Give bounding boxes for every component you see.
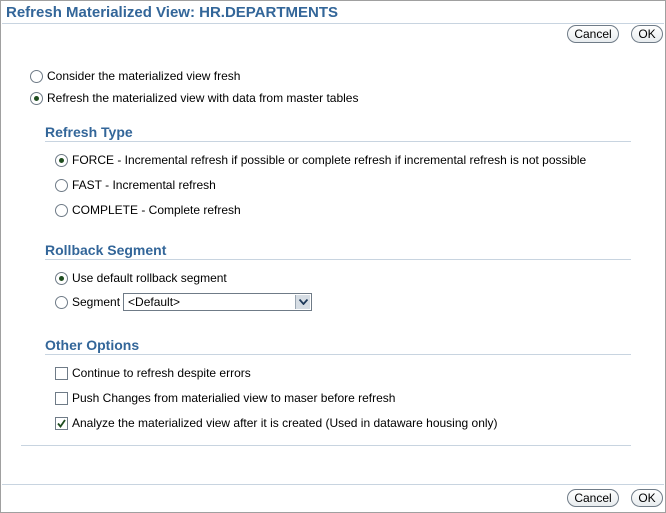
radio-refresh-from-master[interactable] <box>30 91 43 105</box>
refresh-type-label: FAST - Incremental refresh <box>72 178 216 192</box>
radio-force[interactable] <box>55 153 68 167</box>
cancel-button-top[interactable]: Cancel <box>567 25 619 43</box>
segment-select[interactable]: <Default> <box>123 293 313 311</box>
mode-option-fresh[interactable]: Consider the materialized view fresh <box>30 69 240 83</box>
segment-select-value: <Default> <box>128 295 181 309</box>
rollback-default-label: Use default rollback segment <box>72 271 227 285</box>
mode-option-label: Refresh the materialized view with data … <box>47 91 359 105</box>
refresh-type-force[interactable]: FORCE - Incremental refresh if possible … <box>55 153 586 167</box>
title-divider <box>2 23 664 24</box>
checkbox-analyze[interactable] <box>55 416 68 430</box>
checkbox-push-changes[interactable] <box>55 391 68 405</box>
content-divider <box>21 445 631 446</box>
option-push-changes[interactable]: Push Changes from materialied view to ma… <box>55 391 395 405</box>
rollback-default-option[interactable]: Use default rollback segment <box>55 271 227 285</box>
refresh-type-divider <box>45 141 631 142</box>
mode-option-label: Consider the materialized view fresh <box>47 69 241 83</box>
segment-label: Segment <box>72 295 121 309</box>
footer-divider <box>2 484 664 485</box>
other-options-divider <box>45 354 631 355</box>
radio-fast[interactable] <box>55 178 68 192</box>
refresh-type-label: FORCE - Incremental refresh if possible … <box>72 153 587 167</box>
checkbox-continue-errors[interactable] <box>55 366 68 380</box>
chevron-down-icon[interactable] <box>295 295 311 309</box>
page-title: Refresh Materialized View: HR.DEPARTMENT… <box>6 4 339 21</box>
radio-segment[interactable] <box>55 295 68 309</box>
dialog-window: Refresh Materialized View: HR.DEPARTMENT… <box>0 0 666 513</box>
refresh-type-fast[interactable]: FAST - Incremental refresh <box>55 178 216 192</box>
option-label: Push Changes from materialied view to ma… <box>72 391 396 405</box>
cancel-button-bottom[interactable]: Cancel <box>567 489 619 507</box>
refresh-type-complete[interactable]: COMPLETE - Complete refresh <box>55 203 241 217</box>
option-continue-despite-errors[interactable]: Continue to refresh despite errors <box>55 366 251 380</box>
option-label: Analyze the materialized view after it i… <box>72 416 498 430</box>
check-mark-icon <box>57 418 66 428</box>
option-analyze-view[interactable]: Analyze the materialized view after it i… <box>55 416 498 430</box>
refresh-type-label: COMPLETE - Complete refresh <box>72 203 241 217</box>
radio-consider-fresh[interactable] <box>30 69 43 83</box>
option-label: Continue to refresh despite errors <box>72 366 251 380</box>
radio-default-rollback[interactable] <box>55 271 68 285</box>
rollback-segment-option[interactable]: Segment <Default> <box>55 293 313 311</box>
radio-complete[interactable] <box>55 203 68 217</box>
ok-button-top[interactable]: OK <box>631 25 663 43</box>
mode-option-refresh[interactable]: Refresh the materialized view with data … <box>30 91 358 105</box>
other-options-heading: Other Options <box>45 337 140 353</box>
ok-button-bottom[interactable]: OK <box>631 489 663 507</box>
rollback-segment-divider <box>45 259 631 260</box>
refresh-type-heading: Refresh Type <box>45 124 133 140</box>
rollback-segment-heading: Rollback Segment <box>45 242 167 258</box>
